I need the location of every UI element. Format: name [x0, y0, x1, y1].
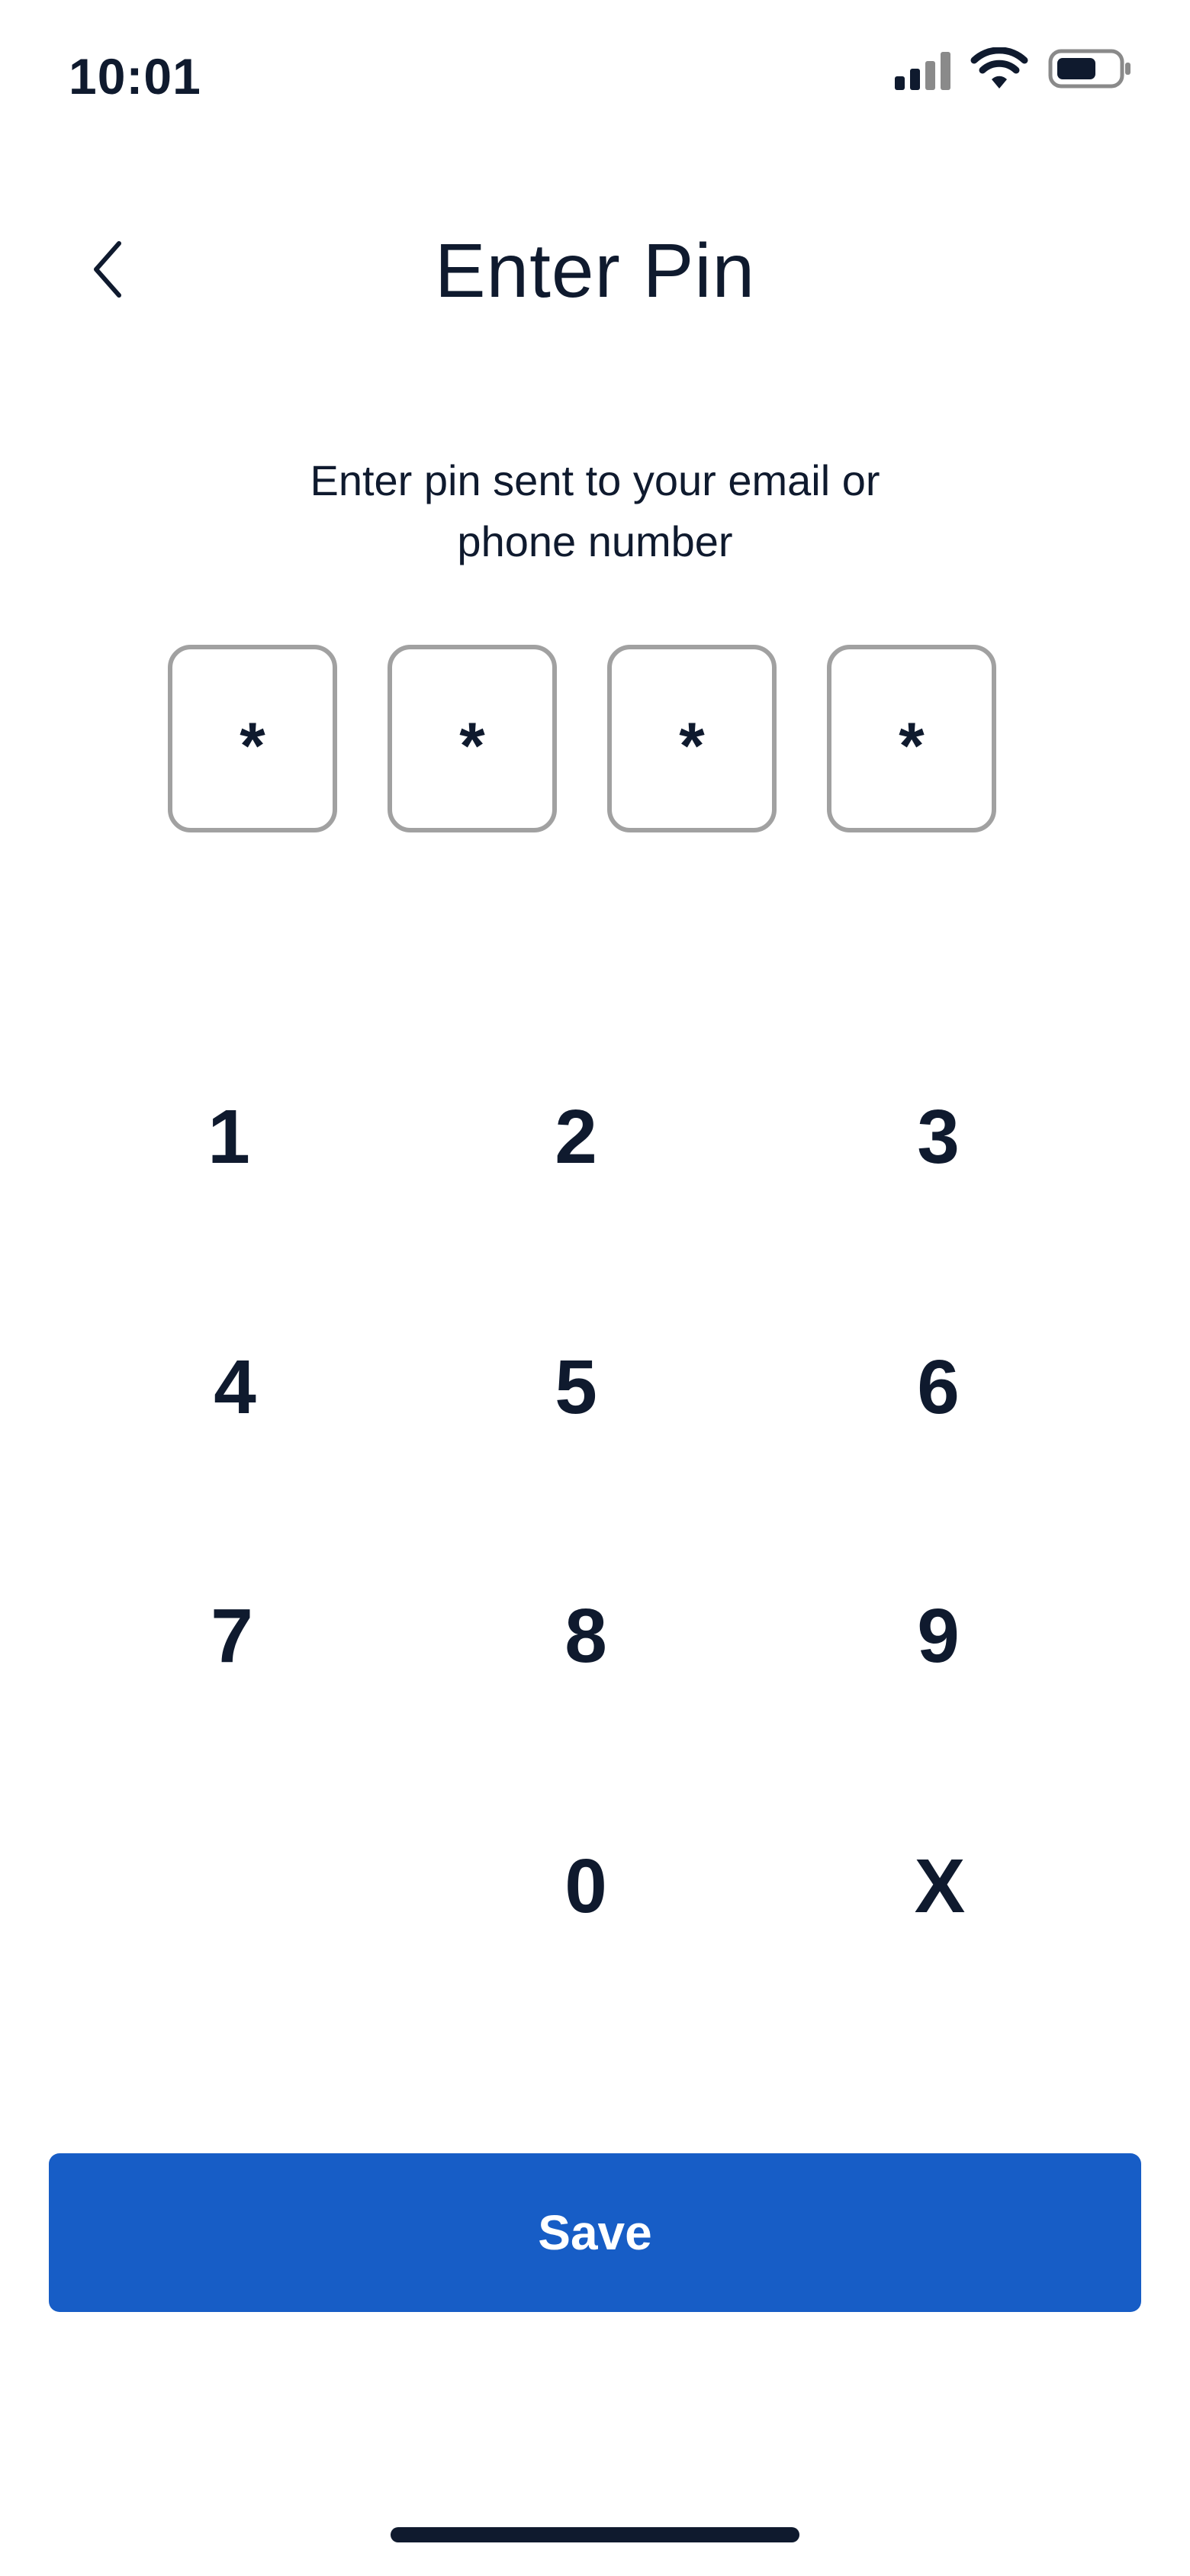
- instruction-line-1: Enter pin sent to your email or: [310, 456, 880, 504]
- pin-digit-2[interactable]: *: [388, 645, 557, 832]
- key-4[interactable]: 4: [143, 1311, 326, 1463]
- key-0[interactable]: 0: [494, 1810, 677, 1963]
- status-icons: [895, 46, 1132, 94]
- page-title: Enter Pin: [434, 228, 756, 314]
- key-3[interactable]: 3: [847, 1061, 1030, 1213]
- key-9[interactable]: 9: [847, 1560, 1030, 1712]
- pin-digit-1[interactable]: *: [168, 645, 337, 832]
- status-bar: 10:01: [0, 0, 1190, 153]
- key-backspace[interactable]: X: [848, 1810, 1031, 1963]
- pin-digit-4[interactable]: *: [827, 645, 996, 832]
- pin-input-group: * * * *: [168, 645, 996, 832]
- save-button[interactable]: Save: [49, 2153, 1141, 2312]
- key-8[interactable]: 8: [494, 1560, 677, 1712]
- status-time: 10:01: [69, 48, 201, 105]
- battery-icon: [1048, 47, 1132, 94]
- signal-icon: [895, 50, 950, 90]
- pin-digit-3[interactable]: *: [607, 645, 777, 832]
- home-indicator[interactable]: [391, 2527, 799, 2542]
- key-6[interactable]: 6: [847, 1311, 1030, 1463]
- key-7[interactable]: 7: [140, 1560, 323, 1712]
- wifi-icon: [970, 46, 1028, 94]
- header: Enter Pin: [0, 206, 1190, 336]
- key-5[interactable]: 5: [484, 1311, 667, 1463]
- key-1[interactable]: 1: [137, 1061, 320, 1213]
- instruction-line-2: phone number: [457, 517, 733, 565]
- key-2[interactable]: 2: [484, 1061, 667, 1213]
- instruction-text: Enter pin sent to your email or phone nu…: [252, 450, 938, 572]
